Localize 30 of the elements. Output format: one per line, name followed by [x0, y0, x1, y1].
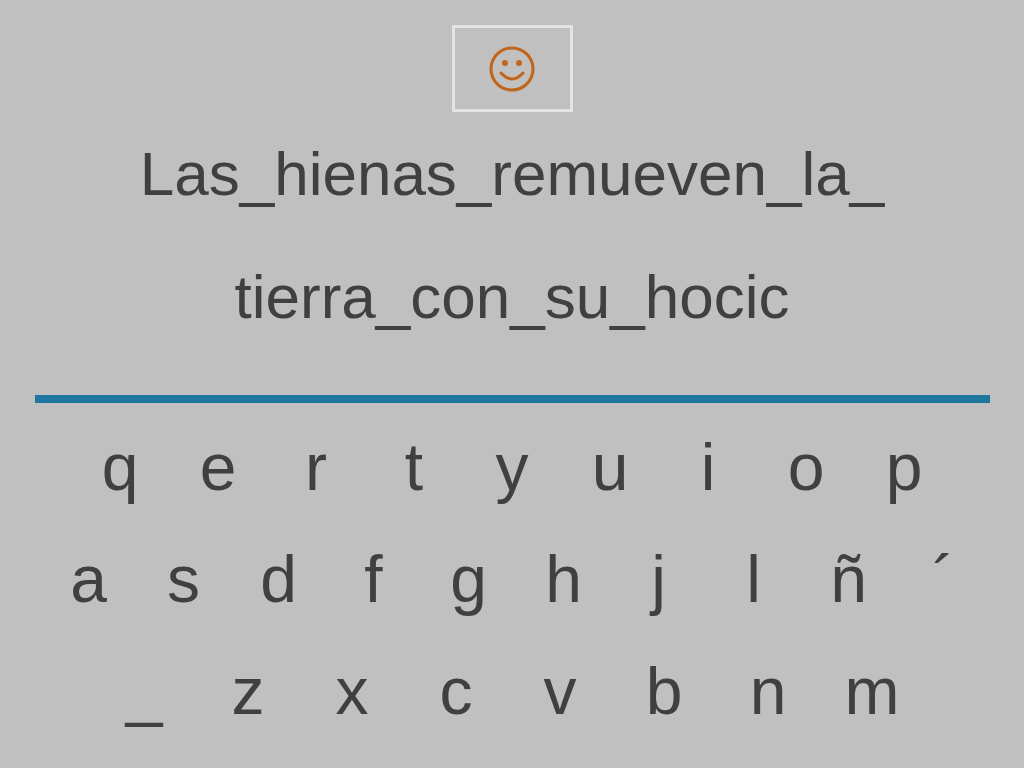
- letter-key[interactable]: o: [757, 411, 855, 523]
- letter-key[interactable]: y: [463, 411, 561, 523]
- letter-key[interactable]: c: [404, 635, 508, 747]
- letter-key[interactable]: d: [231, 523, 326, 635]
- letter-key[interactable]: ñ: [801, 523, 896, 635]
- letter-key[interactable]: u: [561, 411, 659, 523]
- letter-key[interactable]: m: [820, 635, 924, 747]
- letter-key[interactable]: r: [267, 411, 365, 523]
- phrase-line: tierra_con_su_hocic: [234, 261, 790, 333]
- letter-key[interactable]: p: [855, 411, 953, 523]
- letter-key[interactable]: v: [508, 635, 612, 747]
- letter-key[interactable]: e: [169, 411, 267, 523]
- letter-key[interactable]: t: [365, 411, 463, 523]
- letter-key[interactable]: i: [659, 411, 757, 523]
- letter-key[interactable]: s: [136, 523, 231, 635]
- letter-key[interactable]: n: [716, 635, 820, 747]
- letter-key[interactable]: h: [516, 523, 611, 635]
- letter-key[interactable]: x: [300, 635, 404, 747]
- smiley-icon: [488, 44, 536, 93]
- letter-key[interactable]: f: [326, 523, 421, 635]
- letter-key[interactable]: l: [706, 523, 801, 635]
- letter-key[interactable]: j: [611, 523, 706, 635]
- letter-key[interactable]: ´: [896, 523, 991, 635]
- letter-key[interactable]: _: [92, 635, 196, 747]
- letter-key[interactable]: g: [421, 523, 516, 635]
- phrase-line: Las_hienas_remueven_la_: [139, 138, 885, 210]
- letter-key[interactable]: b: [612, 635, 716, 747]
- letter-key[interactable]: a: [41, 523, 136, 635]
- letter-key[interactable]: q: [71, 411, 169, 523]
- letter-key[interactable]: z: [196, 635, 300, 747]
